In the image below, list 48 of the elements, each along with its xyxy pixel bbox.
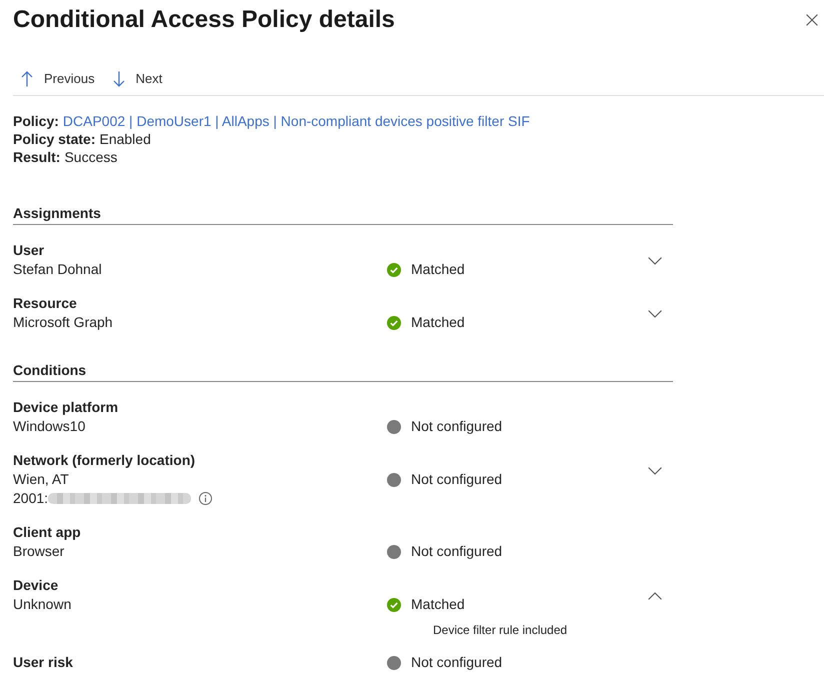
status-text: Not configured <box>411 653 502 672</box>
section-header: Assignments <box>13 204 673 225</box>
status-text: Matched <box>411 313 465 332</box>
policy-link[interactable]: DCAP002 | DemoUser1 | AllApps | Non-compliant devices positive filter SIF <box>62 113 530 129</box>
chevron-down-icon[interactable] <box>648 467 662 475</box>
status-dot-icon <box>387 656 401 670</box>
condition-value: Stefan Dohnal <box>13 260 103 279</box>
close-icon[interactable] <box>806 14 818 26</box>
condition-label: Network (formerly location) <box>13 451 196 470</box>
field-value: Success <box>64 149 118 165</box>
panel-title: Conditional Access Policy details <box>13 5 395 35</box>
field-value: Enabled <box>99 131 151 147</box>
chevron-down-icon[interactable] <box>648 257 662 265</box>
status-dot-icon <box>387 472 401 486</box>
condition-value: Wien, AT <box>13 470 70 489</box>
check-circle-icon <box>387 262 401 276</box>
condition-value: Browser <box>13 542 66 561</box>
status-text: Not configured <box>411 470 502 489</box>
condition-value: Unknown <box>13 595 72 614</box>
arrow-up-icon <box>21 71 33 87</box>
field-label: Result: <box>13 149 60 165</box>
condition-label: User risk <box>13 653 74 672</box>
condition-label: Client app <box>13 523 82 542</box>
status-text: Not configured <box>411 417 502 436</box>
condition-label: User <box>13 241 46 260</box>
condition-value: Windows10 <box>13 417 86 436</box>
next-button[interactable]: Next <box>104 64 170 94</box>
condition-label: Device <box>13 576 60 595</box>
condition-label: Resource <box>13 294 78 313</box>
chevron-down-icon[interactable] <box>648 310 662 318</box>
chevron-up-icon[interactable] <box>648 592 662 600</box>
detail-text: Device filter rule included <box>432 622 568 638</box>
field-label: Policy state: <box>13 131 96 147</box>
section-header: Conditions <box>13 361 673 382</box>
status-dot-icon <box>387 420 401 434</box>
check-circle-icon <box>387 316 401 330</box>
status-text: Matched <box>411 260 465 279</box>
info-icon[interactable] <box>199 492 212 505</box>
condition-value: 2001: <box>13 489 48 508</box>
status-text: Not configured <box>411 542 502 561</box>
status-dot-icon <box>387 544 401 558</box>
field-label: Policy: <box>13 113 59 129</box>
previous-button[interactable]: Previous <box>13 64 103 94</box>
check-circle-icon <box>387 598 401 612</box>
status-text: Matched <box>411 595 465 614</box>
arrow-down-icon <box>112 71 125 87</box>
condition-value: Microsoft Graph <box>13 313 114 332</box>
condition-label: Device platform <box>13 398 120 417</box>
